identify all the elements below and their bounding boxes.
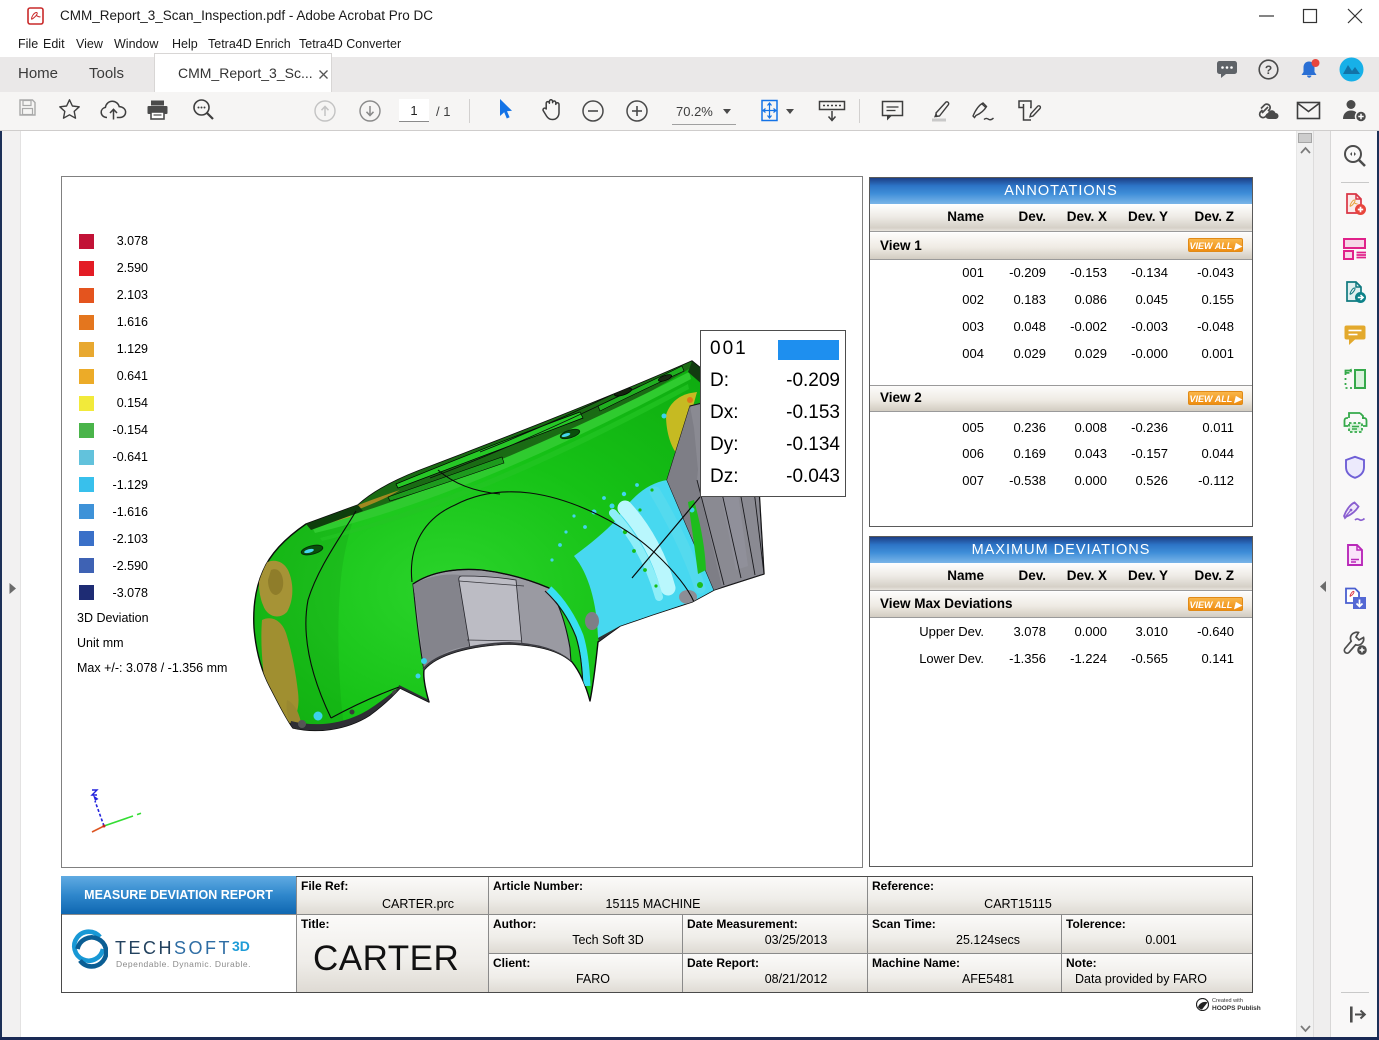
svg-text:?: ? [1265,63,1272,77]
